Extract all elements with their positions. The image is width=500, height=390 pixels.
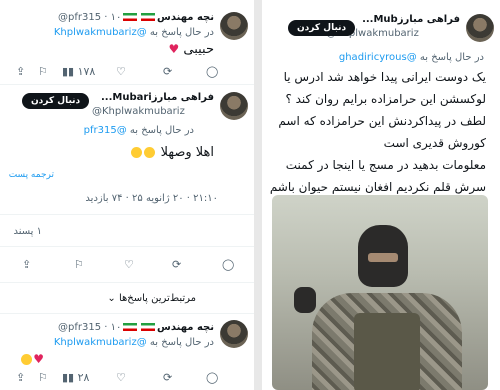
bookmark-icon[interactable]: ⚐ xyxy=(74,257,84,273)
author-name[interactable]: نچه مهندس xyxy=(121,322,214,333)
author-name-text: نچه مهندس xyxy=(157,12,214,23)
flag-icon xyxy=(123,323,138,331)
handle-text: @pfr315 xyxy=(58,12,102,23)
avatar[interactable] xyxy=(220,92,248,120)
views-icon[interactable]: ▮▮ ۲۸ xyxy=(62,370,89,386)
avatar[interactable] xyxy=(220,12,248,40)
follow-button[interactable]: دنبال کردن xyxy=(288,20,356,36)
tweet-actions: ⇪ ⚐ ♡ ⟳ ◯ xyxy=(0,257,254,273)
reply-mention-link[interactable]: @Khplwakmubariz xyxy=(54,27,147,38)
right-panel: فراهی مبارزMub... @Khplwakmubariz دنبال … xyxy=(262,0,500,390)
tweet-text-line: کوروش قدیری است xyxy=(383,136,486,150)
photo-figure-vest xyxy=(354,313,420,390)
retweet-icon[interactable]: ⟳ xyxy=(163,370,172,386)
likes-count[interactable]: ۱ پسند xyxy=(13,226,42,237)
tweet-text: ♥ xyxy=(20,348,44,371)
reply-prefix: در حال پاسخ به xyxy=(149,337,214,348)
tweet-text: یک دوست ایرانی پیدا خواهد شد ادرس یا لوک… xyxy=(266,66,486,198)
tweet-text-line: لوکسشن این حرامزاده برایم روان کند ؟ xyxy=(285,92,486,106)
tweet-text-line: لطف در پیداکردنش این حرامزاده که اسم xyxy=(278,114,486,128)
bookmark-icon[interactable]: ⚐ xyxy=(38,64,48,80)
reply-context: در حال پاسخ به @ghadiricyrous xyxy=(339,52,484,63)
views-count: ۱۷۸ xyxy=(77,65,96,78)
divider xyxy=(0,214,254,215)
reply-context: در حال پاسخ به @Khplwakmubariz xyxy=(54,27,214,38)
smile-emoji-icon xyxy=(21,354,33,365)
author-name[interactable]: فراهی مبارزMub... xyxy=(362,14,460,25)
reply-icon[interactable]: ◯ xyxy=(206,370,218,386)
related-label: مرتبط‌ترین پاسخ‌ها xyxy=(118,293,196,304)
reply-prefix: در حال پاسخ به xyxy=(149,27,214,38)
like-icon[interactable]: ♡ xyxy=(124,257,134,273)
red-heart-emoji-icon: ♥ xyxy=(168,42,180,56)
tweet-actions: ⇪ ⚐ ▮▮ ۲۸ ♡ ⟳ ◯ xyxy=(0,370,254,386)
flag-icon xyxy=(123,13,138,21)
photo-figure-hand xyxy=(294,287,316,313)
share-icon[interactable]: ⇪ xyxy=(16,64,25,80)
chevron-down-icon: ⌄ xyxy=(107,293,116,304)
views-count: ۲۸ xyxy=(77,371,90,384)
author-name[interactable]: فراهی مبارزMubari... xyxy=(101,92,214,103)
like-icon[interactable]: ♡ xyxy=(116,370,126,386)
author-name[interactable]: نچه مهندس xyxy=(121,12,214,23)
author-name-text: نچه مهندس xyxy=(157,322,214,333)
iran-flag-icon xyxy=(141,323,156,331)
divider xyxy=(0,246,254,247)
related-replies-sort[interactable]: مرتبط‌ترین پاسخ‌ها ⌄ xyxy=(107,293,196,304)
tweet-text-content: حبیبی xyxy=(183,42,214,57)
retweet-icon[interactable]: ⟳ xyxy=(163,64,172,80)
author-handle[interactable]: @Khplwakmubariz xyxy=(92,106,185,117)
smile-emoji-icon xyxy=(144,147,156,158)
post-time: ۱۰ xyxy=(110,12,122,23)
post-time: ۱۰ xyxy=(110,322,122,333)
reply-mention-link[interactable]: @ghadiricyrous xyxy=(339,52,417,63)
tweet-text-line: معلومات بدهید در مسج یا اینجا در کمنت xyxy=(285,158,486,172)
tweet-text: حبیبی ♥ xyxy=(168,38,214,61)
share-icon[interactable]: ⇪ xyxy=(16,370,25,386)
tweet-text-line: یک دوست ایرانی پیدا خواهد شد ادرس یا xyxy=(283,70,486,84)
reply-prefix: در حال پاسخ به xyxy=(129,125,194,136)
red-heart-emoji-icon: ♥ xyxy=(33,352,44,366)
retweet-icon[interactable]: ⟳ xyxy=(172,257,181,273)
like-icon[interactable]: ♡ xyxy=(116,64,126,80)
translate-post-link[interactable]: ترجمه پست xyxy=(9,170,54,180)
tweet-text-content: اهلا وصهلا xyxy=(160,145,214,160)
reply-context: در حال پاسخ به @Khplwakmubariz xyxy=(54,337,214,348)
tweet-actions: ⇪ ⚐ ▮▮ ۱۷۸ ♡ ⟳ ◯ xyxy=(0,64,254,80)
tweet-photo[interactable] xyxy=(272,195,488,390)
share-icon[interactable]: ⇪ xyxy=(22,257,31,273)
divider xyxy=(0,313,254,314)
reply-mention-link[interactable]: @Khplwakmubariz xyxy=(54,337,147,348)
author-handle: @pfr315 · ۱۰ xyxy=(58,322,122,333)
avatar[interactable] xyxy=(220,320,248,348)
follow-button[interactable]: دنبال کردن xyxy=(22,93,90,109)
iran-flag-icon xyxy=(141,13,156,21)
left-panel: نچه مهندس @pfr315 · ۱۰ در حال پاسخ به @K… xyxy=(0,0,254,390)
bookmark-icon[interactable]: ⚐ xyxy=(38,370,48,386)
reply-icon[interactable]: ◯ xyxy=(206,64,218,80)
reply-context: در حال پاسخ به @pfr315 xyxy=(84,125,194,136)
reply-mention-link[interactable]: @pfr315 xyxy=(84,125,127,136)
tweet-text: اهلا وصهلا xyxy=(130,142,214,164)
divider xyxy=(0,84,254,85)
divider xyxy=(0,282,254,283)
reply-prefix: در حال پاسخ به xyxy=(419,52,484,63)
handle-text: @pfr315 xyxy=(58,322,102,333)
post-timestamp[interactable]: ۲۱:۱۰ · ۲۰ ژانویه ۲۵ · ۷۴ بازدید xyxy=(85,193,218,204)
reply-icon[interactable]: ◯ xyxy=(222,257,234,273)
wink-emoji-icon xyxy=(131,147,143,158)
views-icon[interactable]: ▮▮ ۱۷۸ xyxy=(62,64,95,80)
author-handle: @pfr315 · ۱۰ xyxy=(58,12,122,23)
avatar[interactable] xyxy=(466,14,494,42)
photo-figure-eyes xyxy=(368,253,398,262)
